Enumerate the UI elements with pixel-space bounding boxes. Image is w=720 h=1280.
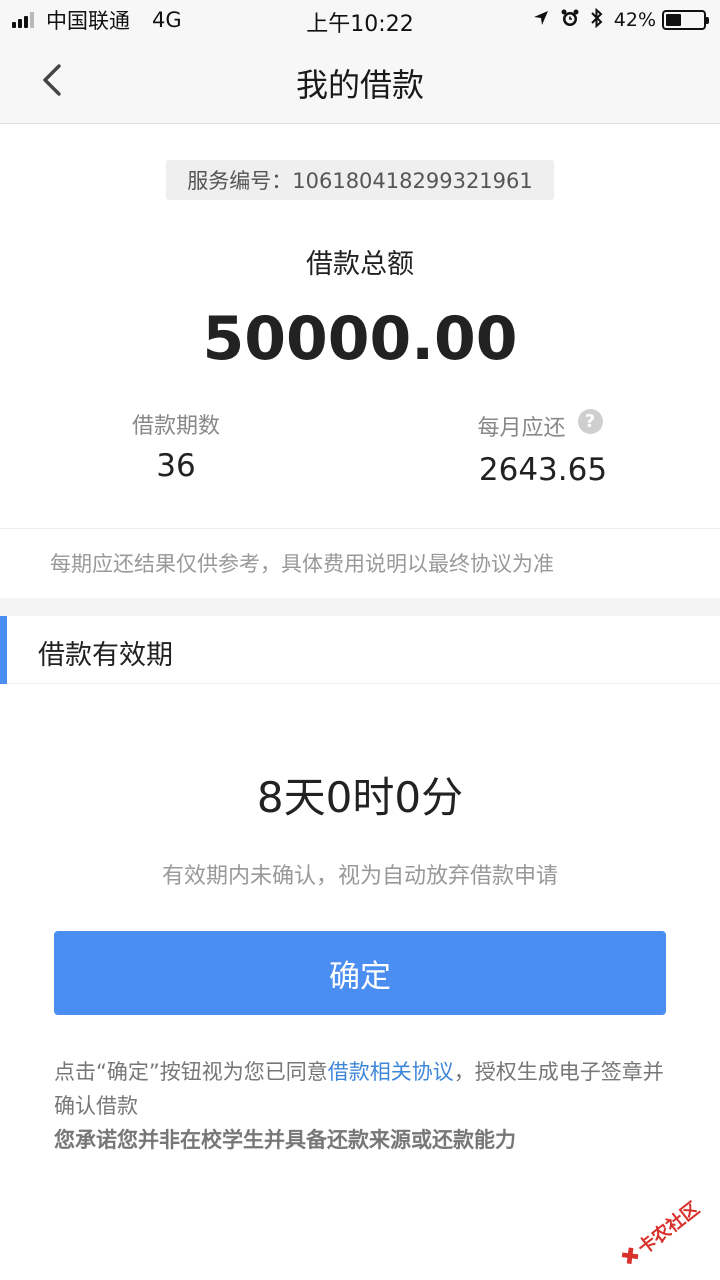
- loan-term-label: 借款期数: [131, 414, 220, 439]
- service-number: 服务编号：106180418299321961: [166, 160, 554, 200]
- monthly-payment-label-row: 每月应还 ?: [440, 408, 640, 442]
- section-accent-bar: [0, 616, 7, 684]
- status-bar: 中国联通 4G 上午10:22 42%: [0, 0, 720, 40]
- confirm-button[interactable]: 确定: [54, 931, 666, 1015]
- validity-section-title: 借款有效期: [38, 640, 173, 671]
- monthly-payment-value: 2643.65: [478, 452, 608, 488]
- loan-agreement-link[interactable]: 借款相关协议: [328, 1060, 454, 1084]
- alarm-clock-icon: [560, 8, 580, 33]
- divider: [0, 528, 720, 529]
- agreement-prefix: 点击“确定”按钮视为您已同意: [54, 1060, 328, 1084]
- battery-percent: 42%: [613, 9, 656, 31]
- site-watermark: ✖ 卡农社区: [604, 1171, 720, 1280]
- loan-total-value: 50000.00: [202, 304, 518, 374]
- agreement-text: 点击“确定”按钮视为您已同意借款相关协议，授权生成电子签章并确认借款: [54, 1055, 674, 1123]
- validity-countdown: 8天0时0分: [256, 773, 464, 822]
- validity-note: 有效期内未确认，视为自动放弃借款申请: [161, 864, 558, 889]
- watermark-text: 卡农社区: [634, 1198, 704, 1260]
- validity-section-header: 借款有效期: [0, 616, 720, 684]
- loan-total-label: 借款总额: [306, 249, 414, 280]
- monthly-payment-label: 每月应还: [477, 416, 566, 441]
- nav-bar: 我的借款: [0, 40, 720, 124]
- page-title: 我的借款: [295, 66, 424, 104]
- status-right: 42%: [522, 6, 709, 34]
- battery-icon: [662, 10, 709, 30]
- student-promise-text: 您承诺您并非在校学生并具备还款来源或还款能力: [54, 1128, 516, 1152]
- battery-fill: [666, 14, 682, 26]
- repayment-disclaimer: 每期应还结果仅供参考，具体费用说明以最终协议为准: [50, 552, 554, 576]
- bluetooth-icon: [590, 7, 604, 33]
- section-gap: [0, 598, 720, 616]
- loan-term-value: 36: [156, 448, 196, 484]
- location-arrow-icon: [532, 9, 550, 32]
- question-help-icon[interactable]: ?: [577, 408, 603, 434]
